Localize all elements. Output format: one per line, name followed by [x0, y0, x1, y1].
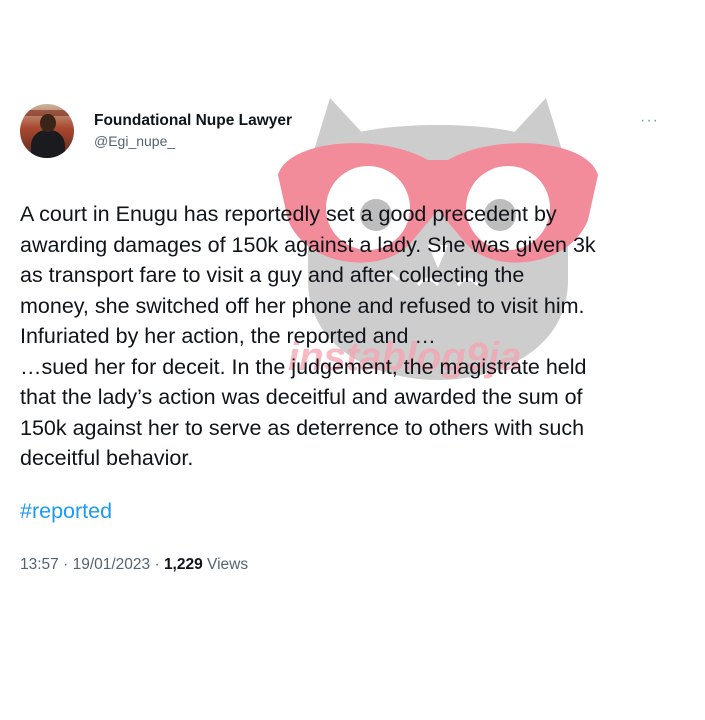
- views-label: Views: [207, 556, 249, 573]
- tweet-header: Foundational Nupe Lawyer @Egi_nupe_: [20, 101, 292, 161]
- tweet-paragraph-2: …sued her for deceit. In the judgement, …: [20, 354, 587, 471]
- tweet-card: instablog9ja Foundational Nupe Lawyer @E…: [0, 0, 705, 720]
- tweet-text: A court in Enugu has reportedly set a go…: [20, 199, 690, 474]
- tweet-paragraph-1: A court in Enugu has reportedly set a go…: [20, 202, 596, 348]
- author-info: Foundational Nupe Lawyer @Egi_nupe_: [94, 111, 292, 151]
- avatar[interactable]: [20, 104, 74, 158]
- tweet-time[interactable]: 13:57: [20, 556, 59, 573]
- avatar-head: [40, 114, 56, 132]
- views-count: 1,229: [163, 556, 203, 573]
- tweet-meta: 13:57 · 19/01/2023 · 1,229 Views: [20, 556, 248, 574]
- meta-separator: ·: [154, 556, 164, 573]
- owl-ear-left: [308, 98, 380, 170]
- more-options-icon[interactable]: ···: [640, 112, 659, 130]
- author-display-name[interactable]: Foundational Nupe Lawyer: [94, 111, 292, 131]
- avatar-torso: [31, 130, 65, 158]
- meta-separator: ·: [63, 556, 73, 573]
- tweet-date[interactable]: 19/01/2023: [73, 556, 151, 573]
- owl-ear-right: [496, 98, 568, 170]
- hashtag-link[interactable]: #reported: [20, 499, 112, 524]
- author-handle[interactable]: @Egi_nupe_: [94, 131, 292, 151]
